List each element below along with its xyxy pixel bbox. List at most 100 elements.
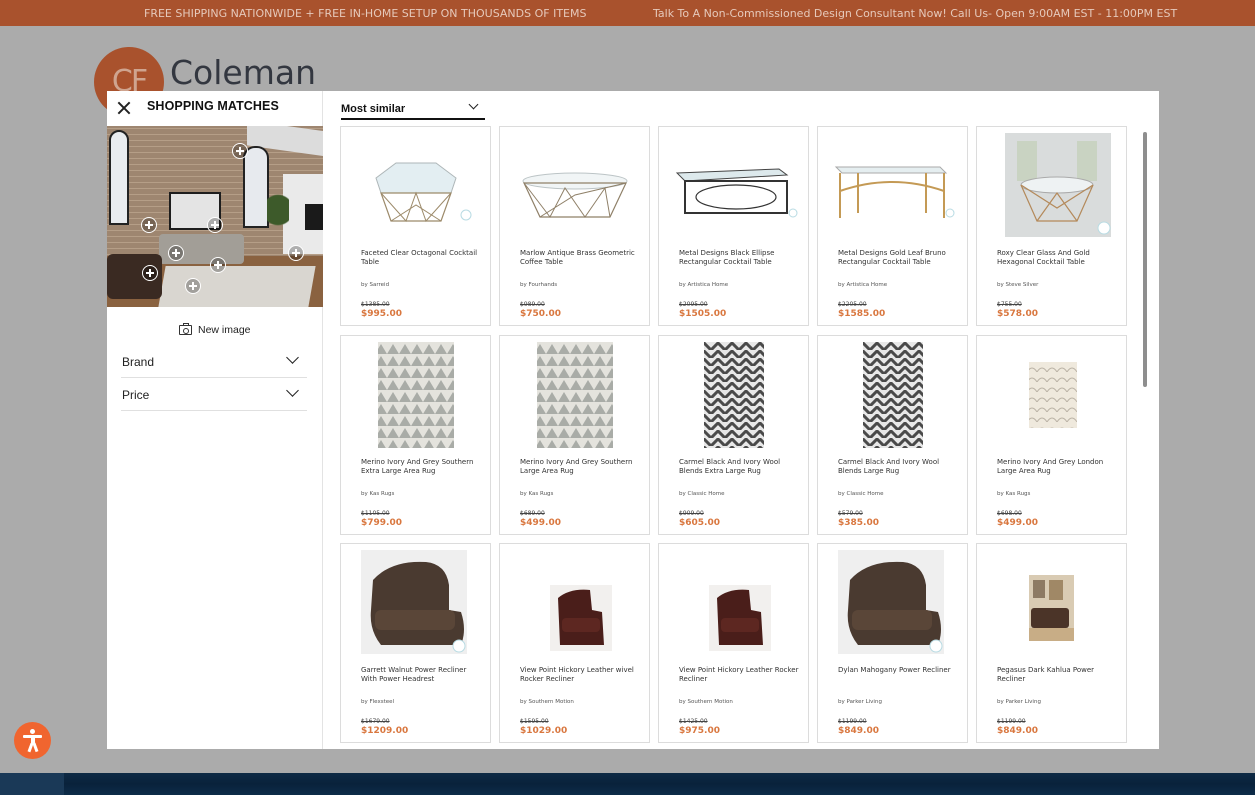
sort-label: Most similar [341, 103, 406, 115]
product-card[interactable]: Dylan Mahogany Power Recliner by Parker L… [817, 543, 968, 743]
product-image[interactable] [510, 133, 640, 241]
product-original-price: $755.00 [997, 301, 1022, 308]
chevron-down-icon [286, 351, 299, 364]
matches-sidebar: SHOPPING MATCHES New image Brand Price [107, 91, 323, 749]
product-name[interactable]: Metal Designs Gold Leaf Bruno Rectangula… [838, 249, 960, 267]
product-name[interactable]: View Point Hickory Leather Rocker Reclin… [679, 666, 801, 684]
product-image[interactable] [669, 550, 799, 658]
product-name[interactable]: Pegasus Dark Kahlua Power Recliner [997, 666, 1119, 684]
close-icon[interactable] [115, 99, 133, 117]
product-brand: by Kas Rugs [520, 491, 554, 497]
product-brand: by Southern Motion [520, 699, 574, 705]
product-card[interactable]: Carmel Black And Ivory Wool Blends Large… [817, 335, 968, 535]
product-sale-price: $1209.00 [361, 726, 409, 736]
product-image[interactable] [351, 550, 481, 658]
product-sale-price: $750.00 [520, 309, 561, 319]
product-brand: by Artistica Home [679, 282, 729, 288]
product-brand: by Parker Living [838, 699, 882, 705]
accessibility-button[interactable] [14, 722, 51, 759]
product-brand: by Flexsteel [361, 699, 395, 705]
product-sale-price: $849.00 [997, 726, 1038, 736]
product-sale-price: $1505.00 [679, 309, 727, 319]
modal-title: SHOPPING MATCHES [147, 99, 279, 113]
product-name[interactable]: Merino Ivory And Grey Southern Large Are… [520, 458, 642, 476]
results-scrollbar[interactable] [1143, 132, 1147, 387]
product-image[interactable] [828, 342, 958, 450]
product-card[interactable]: Metal Designs Black Ellipse Rectangular … [658, 126, 809, 326]
product-sale-price: $605.00 [679, 518, 720, 528]
sort-dropdown[interactable]: Most similar [341, 99, 485, 120]
product-card[interactable]: Merino Ivory And Grey Southern Large Are… [499, 335, 650, 535]
product-original-price: $989.00 [520, 301, 545, 308]
product-image[interactable] [828, 550, 958, 658]
product-name[interactable]: Faceted Clear Octagonal Cocktail Table [361, 249, 483, 267]
promo-consultant-text[interactable]: Talk To A Non-Commissioned Design Consul… [653, 7, 1177, 20]
product-brand: by Classic Home [679, 491, 725, 497]
product-name[interactable]: Carmel Black And Ivory Wool Blends Large… [838, 458, 960, 476]
product-brand: by Kas Rugs [997, 491, 1031, 497]
filter-brand-label: Brand [122, 355, 155, 369]
product-sale-price: $385.00 [838, 518, 879, 528]
product-card[interactable]: Carmel Black And Ivory Wool Blends Extra… [658, 335, 809, 535]
product-card[interactable]: Metal Designs Gold Leaf Bruno Rectangula… [817, 126, 968, 326]
camera-icon [179, 323, 192, 335]
product-brand: by Sarreid [361, 282, 390, 288]
filter-price[interactable]: Price [121, 378, 307, 411]
product-brand: by Artistica Home [838, 282, 888, 288]
filter-brand[interactable]: Brand [121, 345, 307, 378]
product-brand: by Kas Rugs [361, 491, 395, 497]
product-brand: by Classic Home [838, 491, 884, 497]
product-name[interactable]: Garrett Walnut Power Recliner With Power… [361, 666, 483, 684]
product-original-price: $689.00 [520, 510, 545, 517]
product-name[interactable]: Dylan Mahogany Power Recliner [838, 666, 960, 675]
product-original-price: $579.00 [838, 510, 863, 517]
chevron-down-icon [286, 384, 299, 397]
product-image[interactable] [828, 133, 958, 241]
product-image[interactable] [351, 342, 481, 450]
product-card[interactable]: Merino Ivory And Grey London Large Area … [976, 335, 1127, 535]
product-image[interactable] [669, 342, 799, 450]
product-sale-price: $499.00 [997, 518, 1038, 528]
product-card[interactable]: View Point Hickory Leather wivel Rocker … [499, 543, 650, 743]
product-name[interactable]: Carmel Black And Ivory Wool Blends Extra… [679, 458, 801, 476]
hotspot-plus-icon[interactable] [142, 265, 158, 281]
product-card[interactable]: Garrett Walnut Power Recliner With Power… [340, 543, 491, 743]
footer-background [0, 773, 1255, 795]
hotspot-plus-icon[interactable] [141, 217, 157, 233]
hotspot-plus-icon[interactable] [185, 278, 201, 294]
product-image[interactable] [987, 342, 1117, 450]
product-sale-price: $1029.00 [520, 726, 568, 736]
product-card[interactable]: Marlow Antique Brass Geometric Coffee Ta… [499, 126, 650, 326]
hotspot-plus-icon[interactable] [207, 217, 223, 233]
product-original-price: $1199.00 [838, 718, 867, 725]
product-original-price: $2205.00 [838, 301, 867, 308]
product-image[interactable] [987, 133, 1117, 241]
hotspot-plus-icon[interactable] [168, 245, 184, 261]
new-image-label: New image [198, 324, 251, 336]
product-name[interactable]: Merino Ivory And Grey Southern Extra Lar… [361, 458, 483, 476]
product-brand: by Fourhands [520, 282, 558, 288]
promo-shipping-text: FREE SHIPPING NATIONWIDE + FREE IN-HOME … [144, 7, 587, 20]
chevron-down-icon [468, 99, 479, 110]
product-name[interactable]: View Point Hickory Leather wivel Rocker … [520, 666, 642, 684]
product-image[interactable] [351, 133, 481, 241]
product-card[interactable]: Roxy Clear Glass And Gold Hexagonal Cock… [976, 126, 1127, 326]
product-sale-price: $975.00 [679, 726, 720, 736]
product-name[interactable]: Marlow Antique Brass Geometric Coffee Ta… [520, 249, 642, 267]
product-image[interactable] [987, 550, 1117, 658]
product-image[interactable] [510, 550, 640, 658]
product-name[interactable]: Metal Designs Black Ellipse Rectangular … [679, 249, 801, 267]
product-card[interactable]: View Point Hickory Leather Rocker Reclin… [658, 543, 809, 743]
product-image[interactable] [510, 342, 640, 450]
product-name[interactable]: Merino Ivory And Grey London Large Area … [997, 458, 1119, 476]
product-name[interactable]: Roxy Clear Glass And Gold Hexagonal Cock… [997, 249, 1119, 267]
hotspot-plus-icon[interactable] [288, 245, 304, 261]
product-image[interactable] [669, 133, 799, 241]
product-card[interactable]: Merino Ivory And Grey Southern Extra Lar… [340, 335, 491, 535]
new-image-button[interactable]: New image [179, 323, 251, 336]
matches-results: Most similar Faceted Clear Octagonal Coc… [323, 91, 1159, 749]
product-card[interactable]: Pegasus Dark Kahlua Power Recliner by Par… [976, 543, 1127, 743]
product-card[interactable]: Faceted Clear Octagonal Cocktail Table by… [340, 126, 491, 326]
hotspot-plus-icon[interactable] [210, 257, 226, 273]
hotspot-plus-icon[interactable] [232, 143, 248, 159]
